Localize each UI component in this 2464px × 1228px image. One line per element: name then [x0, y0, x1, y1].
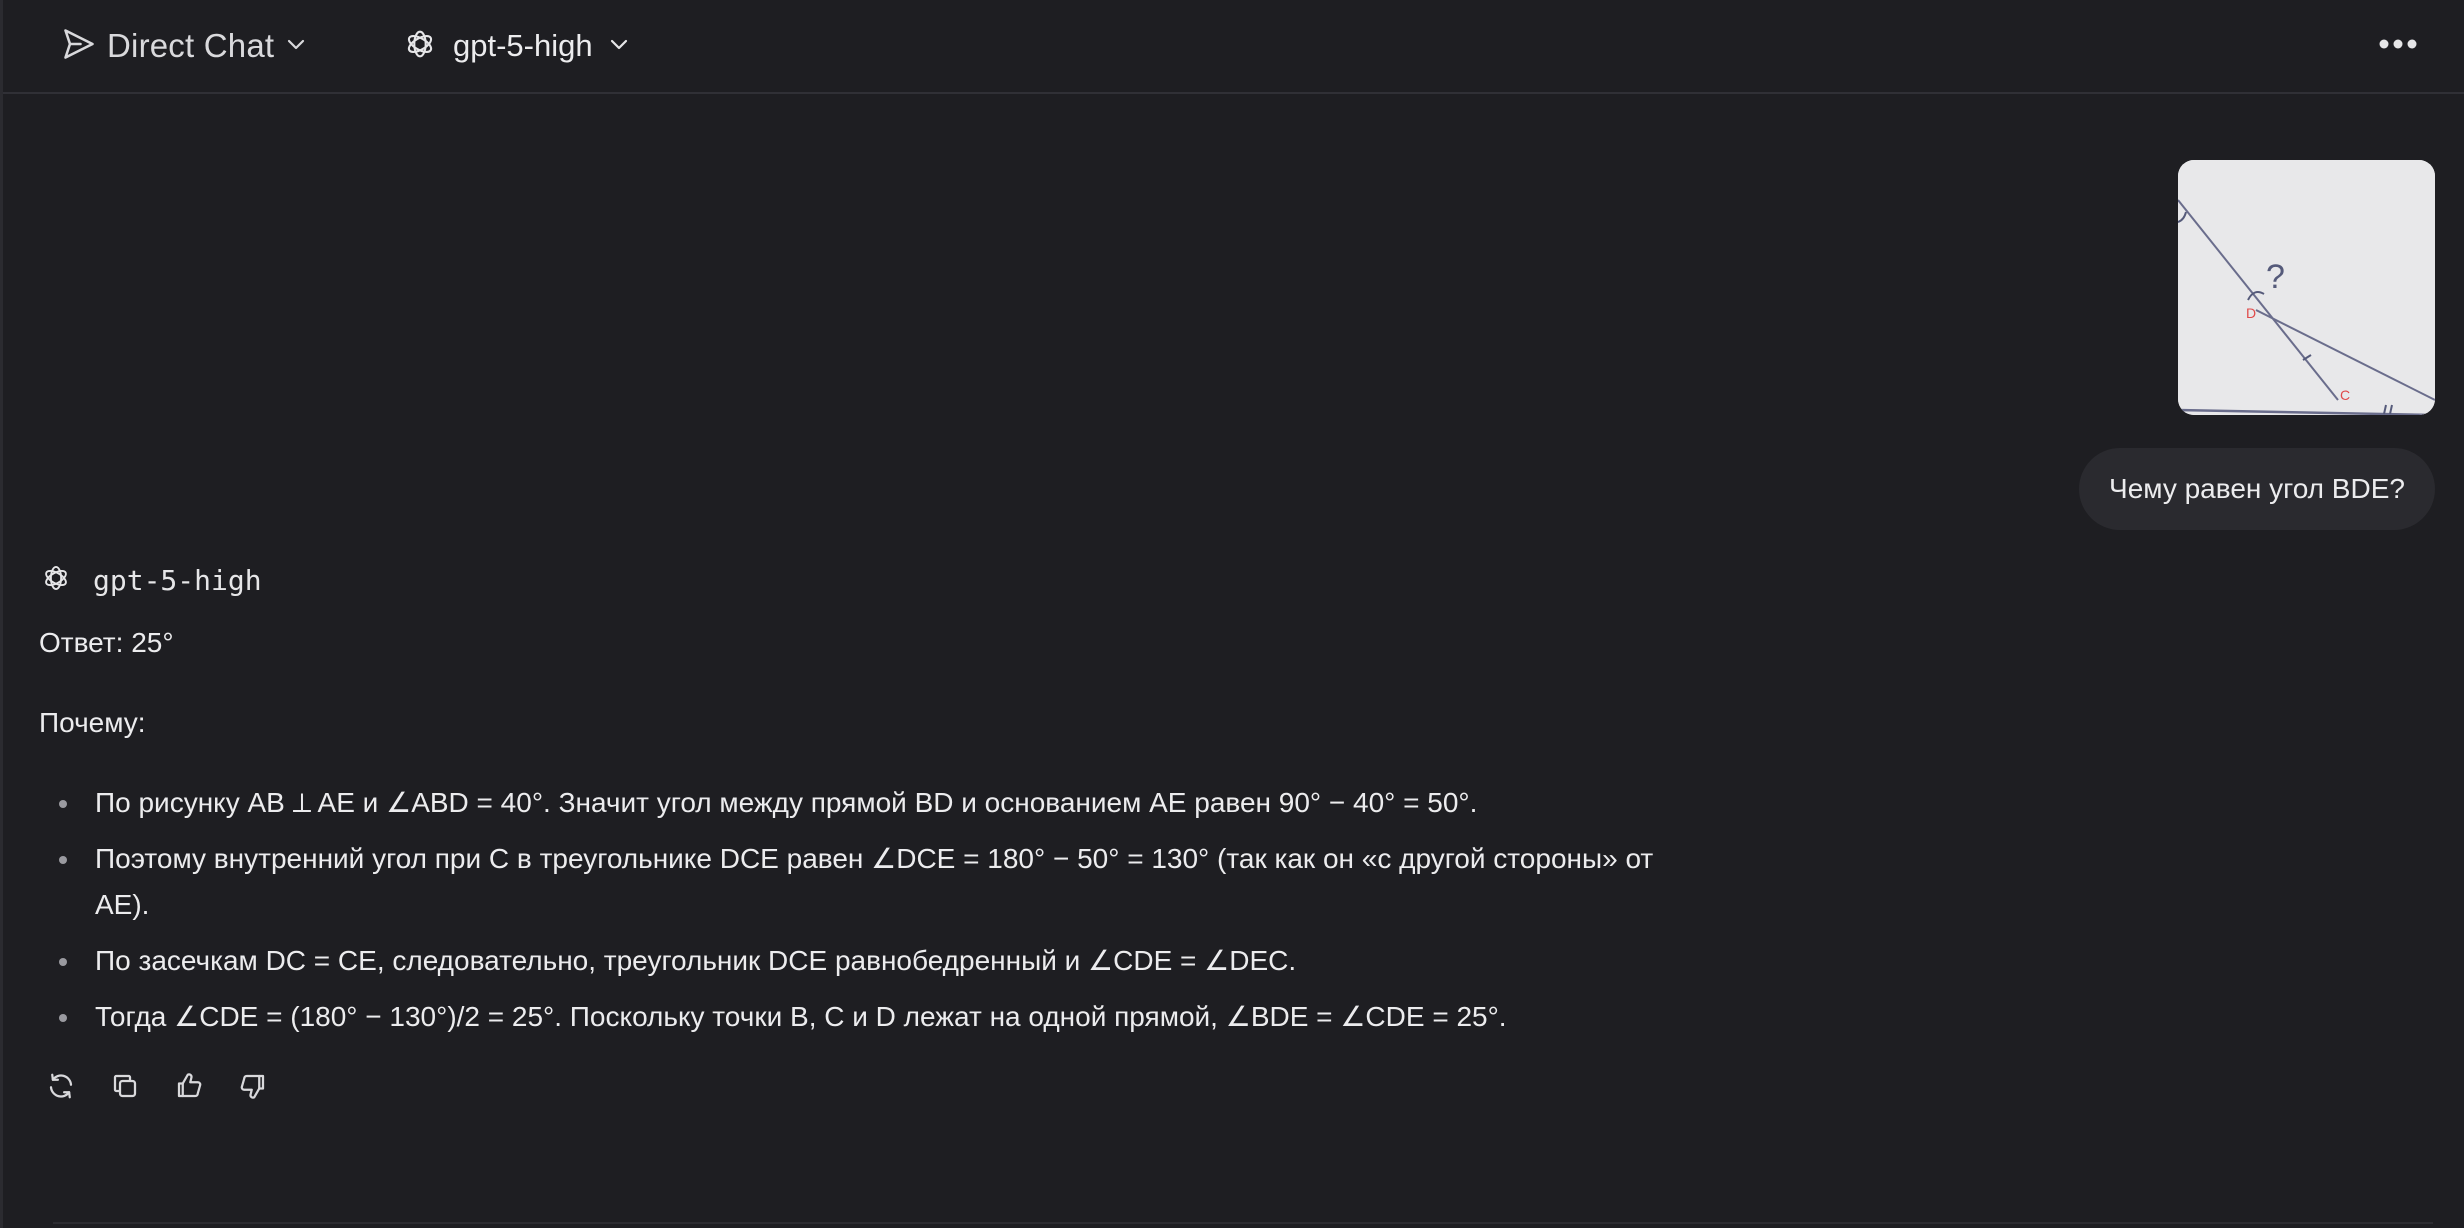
top-bar: Direct Chat gpt-5-high — [3, 0, 2464, 94]
user-message-text: Чему равен угол BDE? — [2109, 473, 2405, 504]
explanation-list: По рисунку AB ⟂ AE и ∠ABD = 40°. Значит … — [39, 780, 1659, 1040]
model-selector[interactable]: gpt-5-high — [401, 22, 631, 70]
chat-app: Direct Chat gpt-5-high D C ? Чему равен … — [0, 0, 2464, 1228]
copy-button[interactable] — [107, 1068, 143, 1108]
assistant-message-body: Ответ: 25° Почему: По рисунку AB ⟂ AE и … — [39, 620, 1659, 1050]
svg-text:C: C — [2340, 387, 2350, 403]
list-item: По рисунку AB ⟂ AE и ∠ABD = 40°. Значит … — [59, 780, 1659, 826]
openai-logo-icon — [401, 25, 439, 68]
openai-logo-icon — [39, 561, 73, 600]
geometry-diagram: D C ? — [2178, 160, 2435, 415]
refresh-icon — [46, 1071, 76, 1106]
message-actions — [43, 1068, 271, 1108]
chevron-down-icon — [607, 32, 631, 61]
assistant-header: gpt-5-high — [39, 562, 262, 598]
answer-line: Ответ: 25° — [39, 627, 174, 658]
thumbs-down-icon — [238, 1071, 268, 1106]
svg-text:?: ? — [2266, 258, 2285, 296]
svg-text:D: D — [2246, 305, 2256, 321]
mode-label: Direct Chat — [107, 27, 275, 64]
composer-top-border — [53, 1222, 2433, 1224]
why-label: Почему: — [39, 707, 146, 738]
list-item: Тогда ∠CDE = (180° − 130°)/2 = 25°. Поск… — [59, 994, 1659, 1040]
thumbs-up-icon — [174, 1071, 204, 1106]
list-item: По засечкам DC = CE, следовательно, треу… — [59, 938, 1659, 984]
assistant-model-name: gpt-5-high — [93, 563, 262, 597]
send-icon — [61, 26, 97, 67]
user-message-bubble: Чему равен угол BDE? — [2079, 448, 2435, 530]
model-label: gpt-5-high — [453, 28, 593, 63]
like-button[interactable] — [171, 1068, 207, 1108]
dislike-button[interactable] — [235, 1068, 271, 1108]
mode-selector[interactable]: Direct Chat — [61, 22, 308, 70]
copy-icon — [110, 1071, 140, 1106]
chevron-down-icon — [284, 32, 308, 61]
more-options-button[interactable] — [2374, 26, 2422, 66]
regenerate-button[interactable] — [43, 1068, 79, 1108]
user-image-attachment[interactable]: D C ? — [2178, 160, 2435, 415]
list-item: Поэтому внутренний угол при C в треуголь… — [59, 836, 1659, 928]
more-horizontal-icon — [2378, 37, 2418, 55]
